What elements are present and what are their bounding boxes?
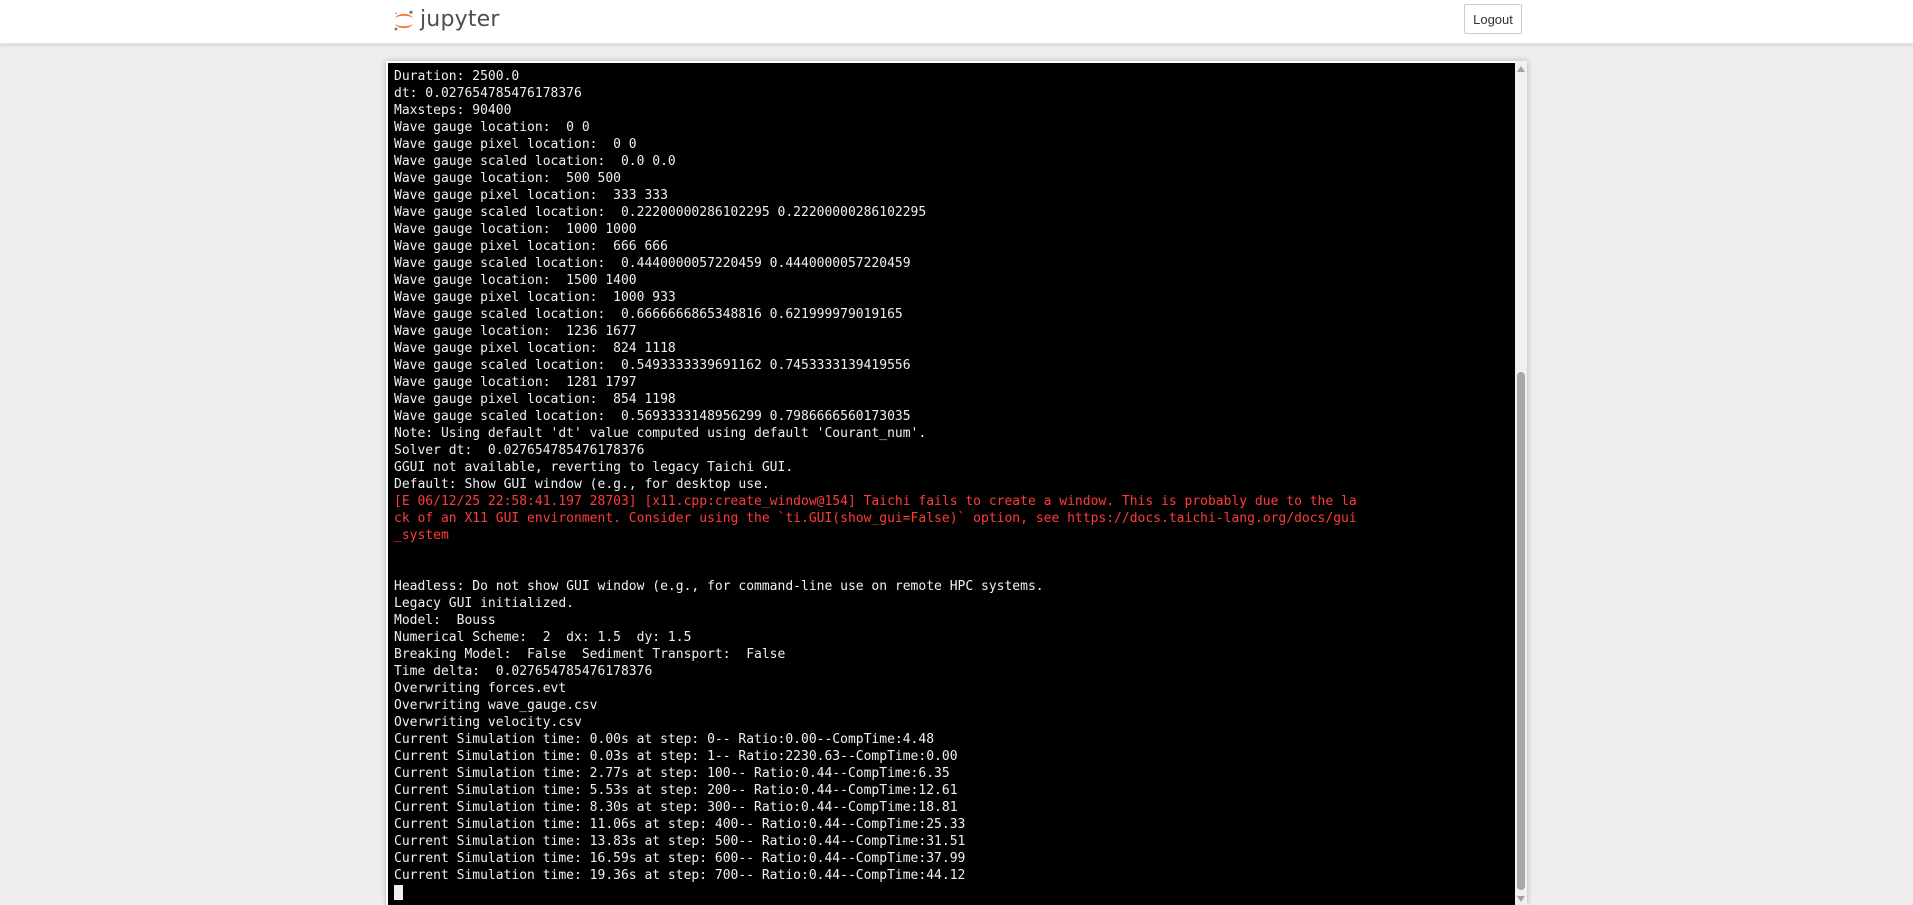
terminal-line: Note: Using default 'dt' value computed … bbox=[394, 426, 927, 441]
terminal-line: Model: Bouss bbox=[394, 613, 496, 628]
terminal-line: Wave gauge location: 1000 1000 bbox=[394, 222, 637, 237]
terminal-line: Current Simulation time: 0.00s at step: … bbox=[394, 732, 935, 747]
terminal-line: Wave gauge pixel location: 666 666 bbox=[394, 239, 668, 254]
terminal-line: Current Simulation time: 5.53s at step: … bbox=[394, 783, 958, 798]
terminal-line: Wave gauge location: 1236 1677 bbox=[394, 324, 637, 339]
scrollbar-thumb[interactable] bbox=[1517, 372, 1525, 890]
logout-button[interactable]: Logout bbox=[1464, 4, 1522, 34]
terminal-error-line: _system bbox=[394, 528, 449, 543]
terminal-line: Wave gauge location: 1500 1400 bbox=[394, 273, 637, 288]
terminal-line: Time delta: 0.027654785476178376 bbox=[394, 664, 653, 679]
terminal-prompt-line[interactable] bbox=[394, 884, 1508, 901]
terminal-line: Wave gauge scaled location: 0.5693333148… bbox=[394, 409, 911, 424]
terminal-line: Breaking Model: False Sediment Transport… bbox=[394, 647, 786, 662]
terminal-line: Current Simulation time: 0.03s at step: … bbox=[394, 749, 958, 764]
terminal-line: Wave gauge scaled location: 0.6666666865… bbox=[394, 307, 903, 322]
terminal-line: Legacy GUI initialized. bbox=[394, 596, 575, 611]
terminal-line: Wave gauge pixel location: 1000 933 bbox=[394, 290, 676, 305]
terminal-output: Duration: 2500.0 dt: 0.027654785476178376… bbox=[394, 68, 1508, 901]
terminal-scrollbar[interactable] bbox=[1515, 61, 1527, 905]
terminal-line: Current Simulation time: 13.83s at step:… bbox=[394, 834, 966, 849]
terminal-line: Current Simulation time: 8.30s at step: … bbox=[394, 800, 958, 815]
terminal-line: Numerical Scheme: 2 dx: 1.5 dy: 1.5 bbox=[394, 630, 692, 645]
terminal-line: GGUI not available, reverting to legacy … bbox=[394, 460, 794, 475]
terminal-line: dt: 0.027654785476178376 bbox=[394, 86, 582, 101]
terminal-line: Default: Show GUI window (e.g., for desk… bbox=[394, 477, 770, 492]
terminal-line: Current Simulation time: 19.36s at step:… bbox=[394, 868, 966, 883]
terminal-line: Duration: 2500.0 bbox=[394, 69, 520, 84]
terminal-container: Duration: 2500.0 dt: 0.027654785476178376… bbox=[386, 61, 1527, 905]
terminal-line: Wave gauge scaled location: 0.4440000057… bbox=[394, 256, 911, 271]
terminal-line: Overwriting velocity.csv bbox=[394, 715, 582, 730]
app-header: jupyter Logout bbox=[0, 0, 1913, 44]
terminal-line: Wave gauge pixel location: 0 0 bbox=[394, 137, 637, 152]
terminal-line: Wave gauge location: 1281 1797 bbox=[394, 375, 637, 390]
terminal-line: Wave gauge pixel location: 824 1118 bbox=[394, 341, 676, 356]
terminal-line: Wave gauge scaled location: 0.0 0.0 bbox=[394, 154, 676, 169]
terminal-line: Wave gauge scaled location: 0.5493333339… bbox=[394, 358, 911, 373]
terminal-line: Headless: Do not show GUI window (e.g., … bbox=[394, 579, 1044, 594]
terminal-line: Wave gauge location: 500 500 bbox=[394, 171, 621, 186]
terminal-line: Current Simulation time: 11.06s at step:… bbox=[394, 817, 966, 832]
scroll-down-arrow-icon[interactable] bbox=[1515, 893, 1527, 905]
terminal-line: Current Simulation time: 2.77s at step: … bbox=[394, 766, 950, 781]
terminal-line: Wave gauge pixel location: 854 1198 bbox=[394, 392, 676, 407]
jupyter-logo-icon bbox=[394, 10, 413, 31]
terminal-line: Solver dt: 0.027654785476178376 bbox=[394, 443, 645, 458]
terminal-line: Wave gauge scaled location: 0.2220000028… bbox=[394, 205, 927, 220]
terminal-line: Overwriting wave_gauge.csv bbox=[394, 698, 598, 713]
terminal-line: Current Simulation time: 16.59s at step:… bbox=[394, 851, 966, 866]
scroll-up-arrow-icon[interactable] bbox=[1515, 63, 1527, 75]
terminal-cursor bbox=[394, 885, 403, 900]
terminal-error-line: [E 06/12/25 22:58:41.197 28703] [x11.cpp… bbox=[394, 494, 1357, 509]
terminal-line: Maxsteps: 90400 bbox=[394, 103, 512, 118]
terminal-line: Wave gauge pixel location: 333 333 bbox=[394, 188, 668, 203]
terminal-line: Wave gauge location: 0 0 bbox=[394, 120, 590, 135]
terminal-line: Overwriting forces.evt bbox=[394, 681, 567, 696]
terminal-error-line: ck of an X11 GUI environment. Consider u… bbox=[394, 511, 1357, 526]
jupyter-logo[interactable]: jupyter bbox=[392, 6, 500, 36]
logo-text: jupyter bbox=[420, 6, 500, 32]
terminal-screen[interactable]: Duration: 2500.0 dt: 0.027654785476178376… bbox=[388, 63, 1515, 905]
